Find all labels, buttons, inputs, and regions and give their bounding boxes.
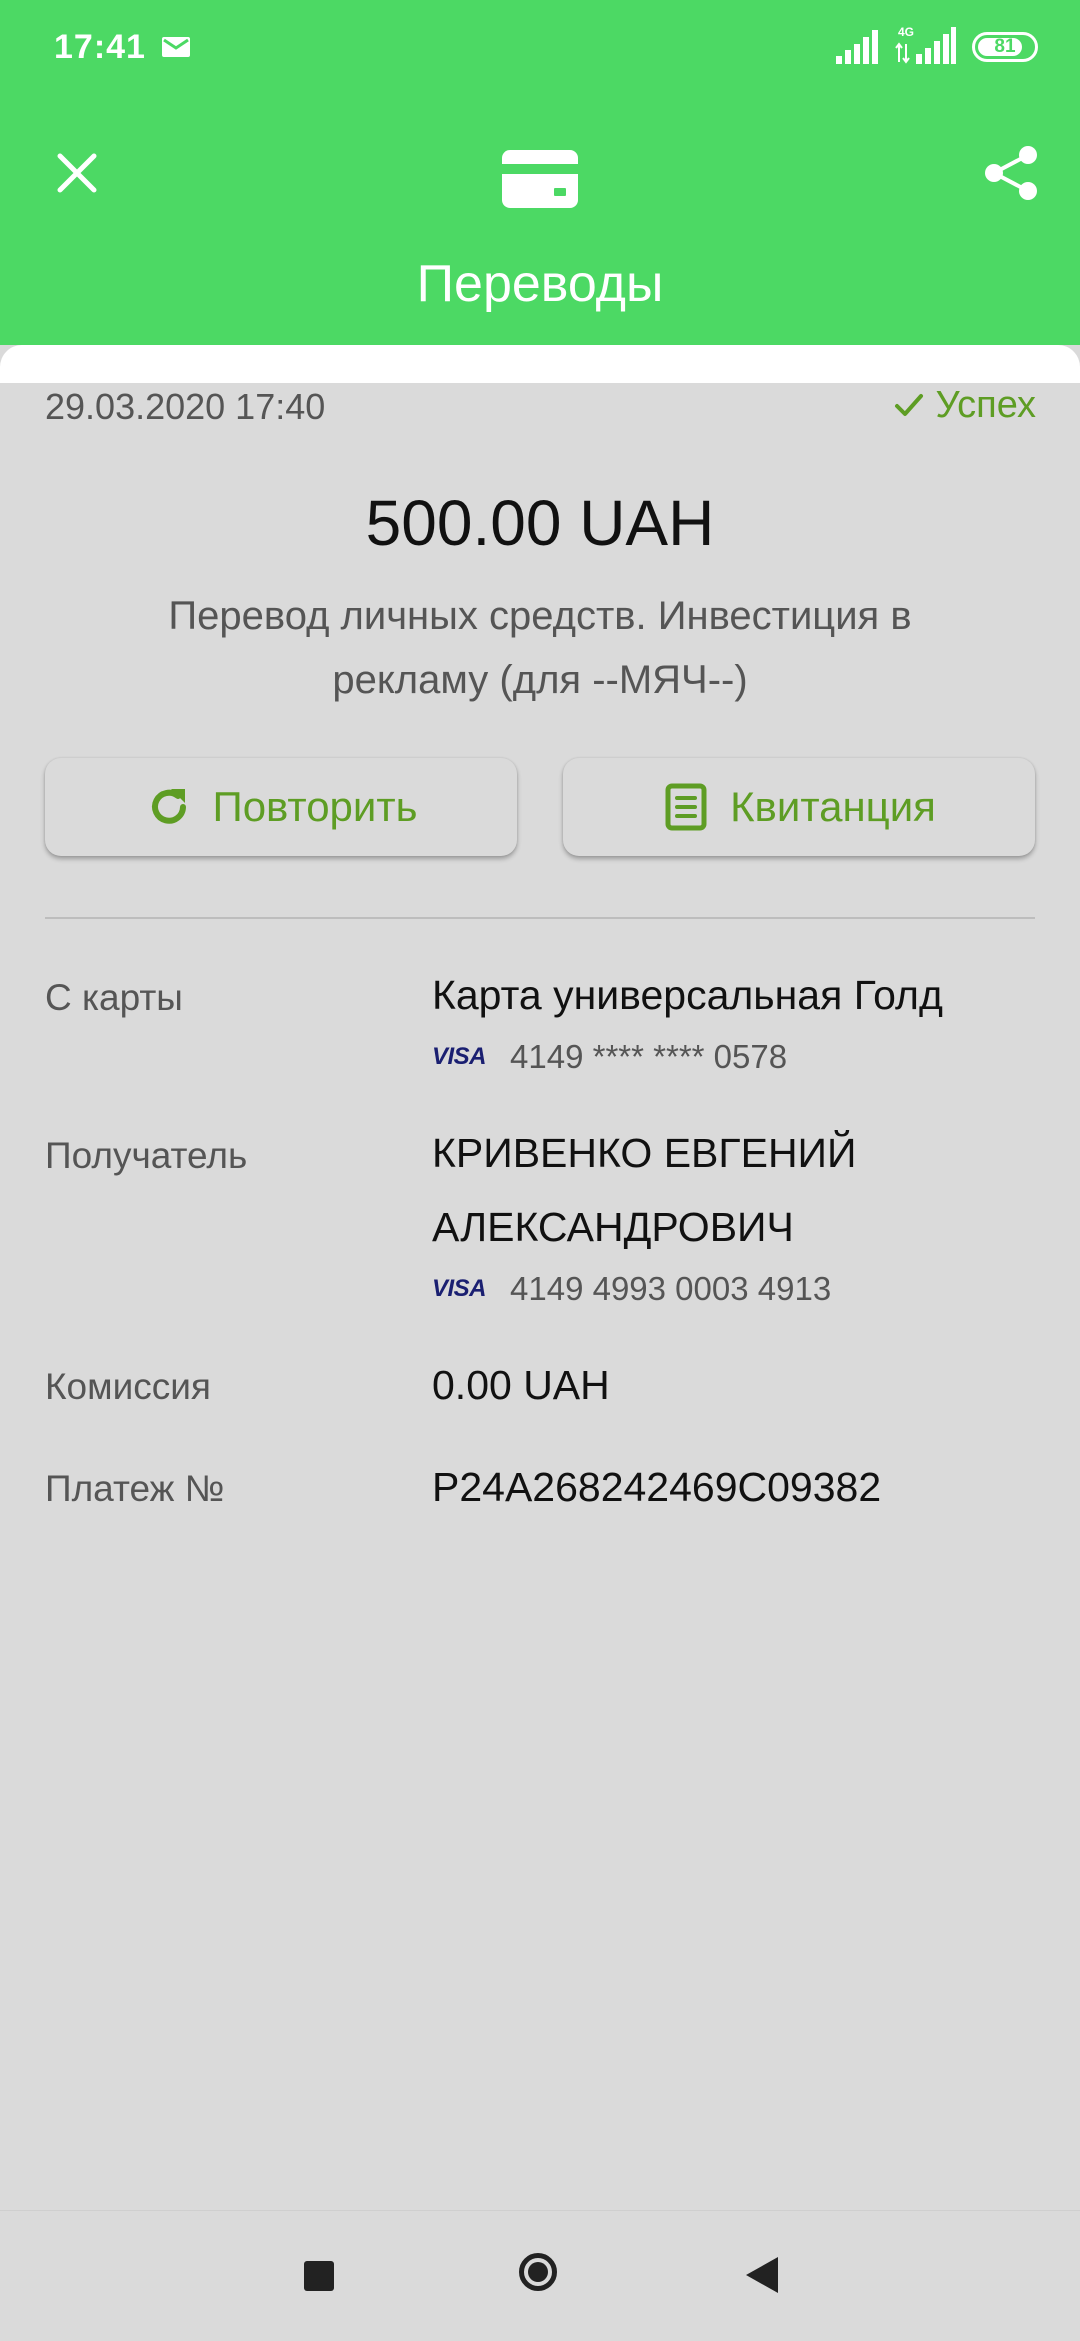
recipient-name-line1: КРИВЕНКО ЕВГЕНИЙ (432, 1130, 857, 1176)
commission-label: Комиссия (45, 1366, 211, 1407)
system-navbar (0, 2210, 1080, 2341)
payment-number-label: Платеж № (45, 1468, 225, 1509)
recipient-card-number: 4149 4993 0003 4913 (510, 1270, 832, 1307)
recipient-label: Получатель (45, 1135, 248, 1176)
recipient-card-line: VISA 4149 4993 0003 4913 (432, 1270, 831, 1308)
svg-text:4G: 4G (898, 25, 914, 39)
battery-percent: 81 (994, 36, 1016, 57)
recipient-name-line2: АЛЕКСАНДРОВИЧ (432, 1204, 794, 1250)
status-time: 17:41 (54, 28, 146, 66)
receipt-icon (665, 783, 707, 831)
status-text: Успех (935, 384, 1036, 426)
payment-number-value: P24A268242469C09382 (432, 1464, 882, 1510)
back-icon[interactable] (744, 2255, 780, 2295)
visa-icon: VISA (432, 1043, 487, 1070)
transaction-amount: 500.00 UAH (365, 487, 715, 559)
transaction-datetime: 29.03.2020 17:40 (45, 386, 326, 427)
share-icon[interactable] (982, 144, 1040, 202)
from-card-number: 4149 **** **** 0578 (510, 1038, 788, 1075)
signal-icon (836, 30, 878, 64)
repeat-button[interactable]: Повторить (45, 758, 517, 856)
status-bar: 17:41 4G 81 (0, 0, 1080, 100)
receipt-button[interactable]: Квитанция (563, 758, 1035, 856)
receipt-label: Квитанция (730, 783, 936, 830)
recent-apps-icon[interactable] (304, 2261, 334, 2291)
mail-icon (162, 37, 190, 57)
signal-4g-icon: 4G (895, 25, 956, 64)
check-icon (894, 394, 923, 416)
from-card-name: Карта универсальная Голд (432, 972, 943, 1018)
close-icon[interactable] (52, 148, 102, 198)
commission-value: 0.00 UAH (432, 1362, 610, 1408)
from-card-line: VISA 4149 **** **** 0578 (432, 1038, 787, 1076)
transaction-description: Перевод личных средств. Инвестиция в рек… (168, 594, 912, 702)
page-title: Переводы (416, 255, 664, 313)
divider (45, 917, 1035, 919)
battery-icon: 81 (972, 32, 1038, 62)
visa-icon: VISA (432, 1275, 487, 1302)
sheet-top-edge (0, 345, 1080, 385)
refresh-icon (151, 789, 186, 824)
repeat-label: Повторить (212, 783, 418, 830)
card-icon (502, 150, 578, 208)
transaction-status: Успех (894, 384, 1036, 427)
from-card-label: С карты (45, 977, 183, 1018)
home-icon-center (528, 2262, 548, 2282)
app-header: 17:41 4G 81 Переводы (0, 0, 1080, 345)
